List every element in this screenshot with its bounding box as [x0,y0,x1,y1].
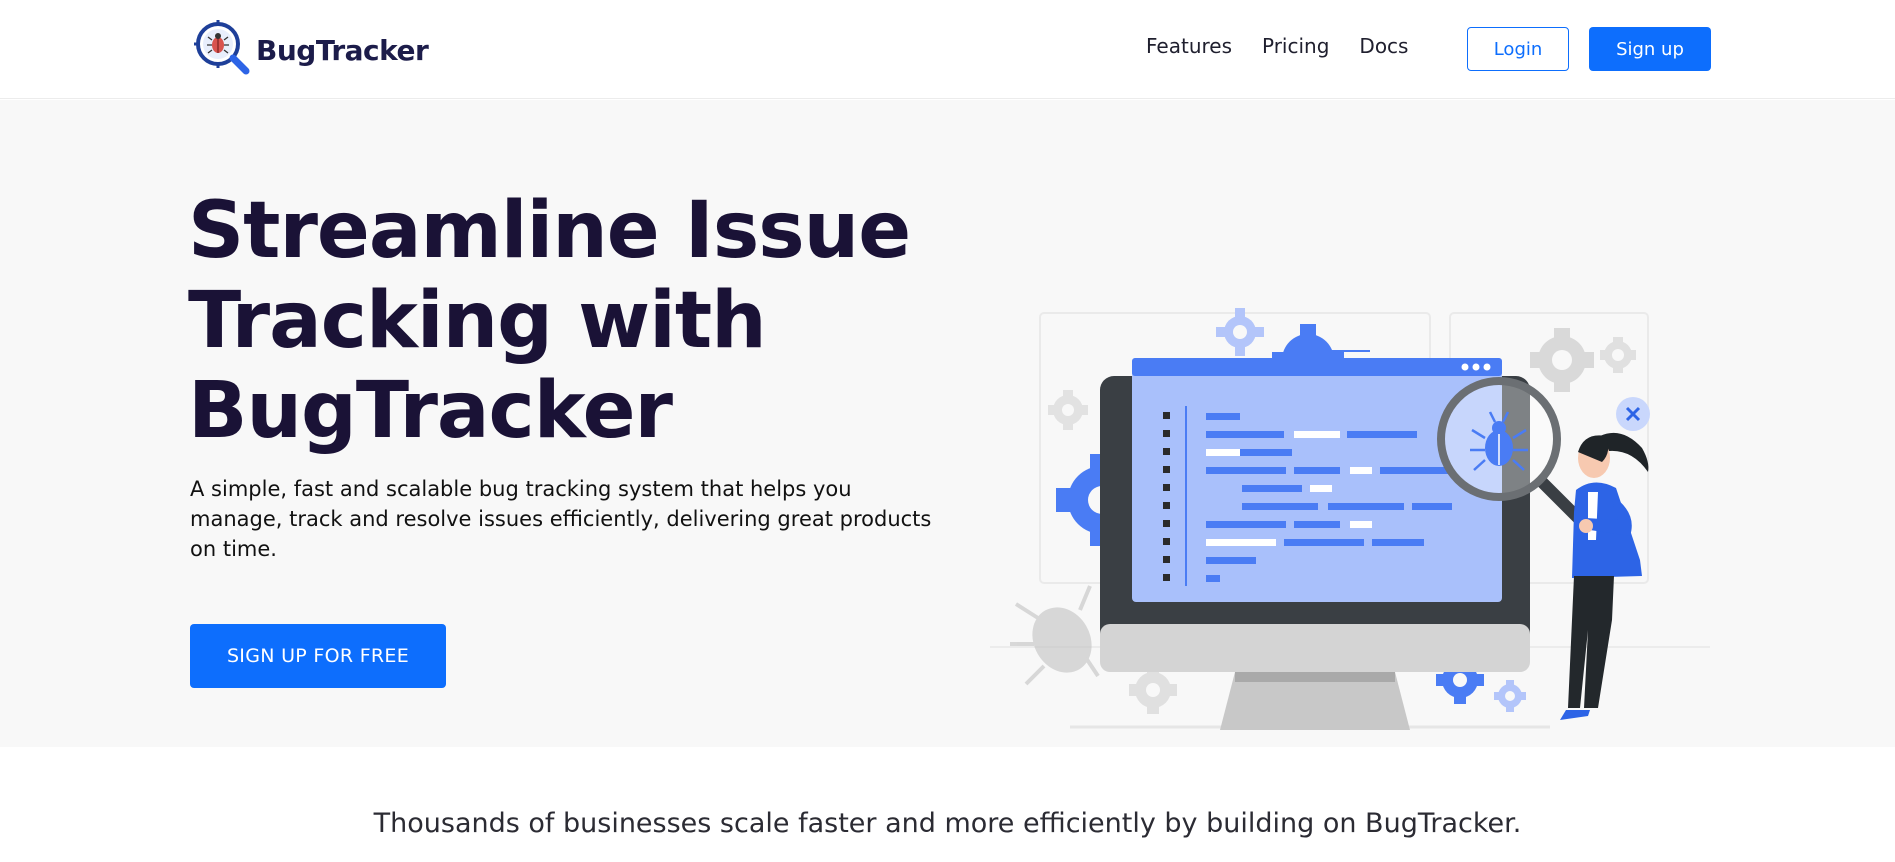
nav-link-docs[interactable]: Docs [1359,34,1408,58]
brand-link[interactable]: BugTracker [194,20,429,80]
hero-title-line-1: Streamline Issue [188,186,911,276]
top-navbar: BugTracker Features Pricing Docs Login S… [0,0,1895,99]
bug-inspection-illustration-icon [990,308,1710,730]
nav-links: Features Pricing Docs [1146,34,1438,58]
hero-section: Streamline Issue Tracking with BugTracke… [0,100,1895,747]
hero-description: A simple, fast and scalable bug tracking… [190,477,932,561]
tagline: Thousands of businesses scale faster and… [373,808,1522,839]
hero-title-line-3: BugTracker [188,366,673,456]
hero-title: Streamline Issue Tracking with BugTracke… [188,186,948,456]
login-button[interactable]: Login [1467,27,1569,71]
nav-link-pricing[interactable]: Pricing [1262,34,1329,58]
nav-link-features[interactable]: Features [1146,34,1232,58]
magnifier-bug-logo-icon [194,20,250,75]
signup-free-button[interactable]: SIGN UP FOR FREE [190,624,446,688]
signup-button[interactable]: Sign up [1589,27,1711,71]
hero-title-line-2: Tracking with [188,276,767,366]
brand-name: BugTracker [256,33,429,67]
